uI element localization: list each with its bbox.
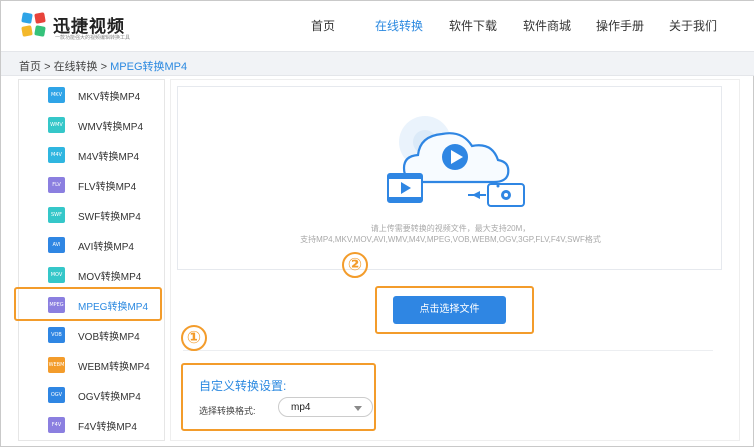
vob-file-icon: VOB bbox=[48, 327, 65, 343]
sidebar-item-label: WMV转换MP4 bbox=[78, 122, 143, 133]
breadcrumb-section[interactable]: 在线转换 bbox=[54, 61, 98, 73]
format-select-value: mp4 bbox=[291, 402, 311, 413]
nav-online-convert[interactable]: 在线转换 bbox=[375, 17, 423, 34]
upload-hint-formats: 支持MP4,MKV,MOV,AVI,WMV,M4V,MPEG,VOB,WEBM,… bbox=[300, 235, 601, 244]
sidebar-highlight-box bbox=[14, 287, 162, 321]
sidebar-item-label: M4V转换MP4 bbox=[78, 152, 140, 163]
sidebar-item-avi[interactable]: AVI AVI转换MP4 bbox=[19, 230, 164, 260]
sidebar-item-m4v[interactable]: M4V M4V转换MP4 bbox=[19, 140, 164, 170]
divider bbox=[183, 350, 713, 351]
settings-title: 自定义转换设置: bbox=[199, 379, 287, 393]
conversion-settings: 自定义转换设置: 选择转换格式: mp4 bbox=[181, 363, 376, 431]
sidebar-item-label: SWF转换MP4 bbox=[78, 212, 141, 223]
f4v-file-icon: F4V bbox=[48, 417, 65, 433]
nav-home[interactable]: 首页 bbox=[311, 17, 335, 34]
sidebar-item-label: AVI转换MP4 bbox=[78, 242, 134, 253]
sidebar-item-label: WEBM转换MP4 bbox=[78, 362, 150, 373]
upload-dropzone[interactable]: 请上传需要转换的视频文件，最大支持20M， 支持MP4,MKV,MOV,AVI,… bbox=[177, 86, 722, 270]
webm-file-icon: WEBM bbox=[48, 357, 65, 373]
format-select[interactable]: mp4 bbox=[278, 397, 373, 417]
mov-file-icon: MOV bbox=[48, 267, 65, 283]
upload-hint-size: 请上传需要转换的视频文件，最大支持20M， bbox=[370, 224, 531, 233]
flv-file-icon: FLV bbox=[48, 177, 65, 193]
avi-file-icon: AVI bbox=[48, 237, 65, 253]
sidebar-item-swf[interactable]: SWF SWF转换MP4 bbox=[19, 200, 164, 230]
ogv-file-icon: OGV bbox=[48, 387, 65, 403]
main-nav: 首页 在线转换 软件下载 软件商城 操作手册 关于我们 bbox=[1, 17, 754, 37]
site-header: 迅捷视频 一款功能强大的视频编辑转换工具 首页 在线转换 软件下载 软件商城 操… bbox=[1, 1, 754, 51]
nav-manual[interactable]: 操作手册 bbox=[596, 17, 644, 34]
nav-about[interactable]: 关于我们 bbox=[669, 17, 717, 34]
sidebar-item-f4v[interactable]: F4V F4V转换MP4 bbox=[19, 410, 164, 440]
breadcrumb: 首页 > 在线转换 > MPEG转换MP4 bbox=[19, 58, 187, 74]
nav-software-store[interactable]: 软件商城 bbox=[523, 17, 571, 34]
sidebar-item-label: MKV转换MP4 bbox=[78, 92, 141, 103]
step-1-marker: ① bbox=[181, 325, 207, 351]
sidebar-item-label: OGV转换MP4 bbox=[78, 392, 141, 403]
sidebar-item-vob[interactable]: VOB VOB转换MP4 bbox=[19, 320, 164, 350]
format-label: 选择转换格式: bbox=[199, 406, 256, 416]
sidebar-item-webm[interactable]: WEBM WEBM转换MP4 bbox=[19, 350, 164, 380]
sidebar-item-mov[interactable]: MOV MOV转换MP4 bbox=[19, 260, 164, 290]
nav-software-download[interactable]: 软件下载 bbox=[449, 17, 497, 34]
main-panel: 请上传需要转换的视频文件，最大支持20M， 支持MP4,MKV,MOV,AVI,… bbox=[170, 79, 740, 441]
sidebar-item-label: VOB转换MP4 bbox=[78, 332, 140, 343]
sidebar-item-label: F4V转换MP4 bbox=[78, 422, 137, 433]
sidebar-item-wmv[interactable]: WMV WMV转换MP4 bbox=[19, 110, 164, 140]
caret-down-icon bbox=[354, 406, 362, 411]
sidebar-item-mkv[interactable]: MKV MKV转换MP4 bbox=[19, 80, 164, 110]
sidebar-item-ogv[interactable]: OGV OGV转换MP4 bbox=[19, 380, 164, 410]
sidebar-item-flv[interactable]: FLV FLV转换MP4 bbox=[19, 170, 164, 200]
m4v-file-icon: M4V bbox=[48, 147, 65, 163]
breadcrumb-home[interactable]: 首页 bbox=[19, 61, 41, 73]
step-2-marker: ② bbox=[342, 252, 368, 278]
breadcrumb-separator: > bbox=[44, 61, 51, 73]
mkv-file-icon: MKV bbox=[48, 87, 65, 103]
sidebar-item-label: FLV转换MP4 bbox=[78, 182, 137, 193]
breadcrumb-current: MPEG转换MP4 bbox=[110, 61, 188, 73]
video-upload-illustration-icon bbox=[387, 116, 525, 207]
breadcrumb-bar: 首页 > 在线转换 > MPEG转换MP4 bbox=[1, 51, 754, 76]
sidebar-item-label: MOV转换MP4 bbox=[78, 272, 142, 283]
breadcrumb-separator: > bbox=[100, 61, 108, 73]
wmv-file-icon: WMV bbox=[48, 117, 65, 133]
swf-file-icon: SWF bbox=[48, 207, 65, 223]
choose-file-button[interactable]: 点击选择文件 bbox=[393, 296, 506, 324]
format-sidebar: MKV MKV转换MP4 WMV WMV转换MP4 M4V M4V转换MP4 F… bbox=[18, 79, 165, 441]
